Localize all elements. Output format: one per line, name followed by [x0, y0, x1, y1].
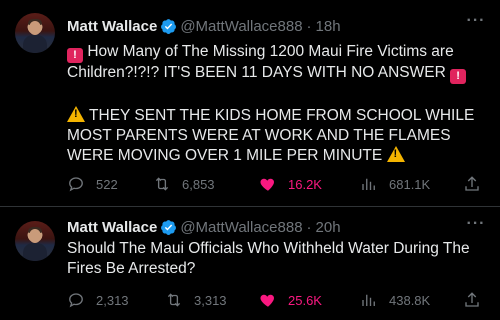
views-icon: [362, 294, 375, 306]
verified-badge-icon[interactable]: [160, 18, 177, 35]
more-icon[interactable]: ···: [466, 216, 486, 235]
reply-icon: [69, 293, 83, 308]
heart-icon: [260, 178, 275, 191]
retweet-count: 6,853: [182, 176, 215, 192]
like-button[interactable]: 16.2K: [259, 174, 322, 194]
share-button[interactable]: [463, 174, 492, 194]
retweet-button[interactable]: 3,313: [165, 290, 227, 310]
warning-emoji: [67, 106, 85, 122]
tweet-text: THEY SENT THE KIDS HOME FROM SCHOOL WHIL…: [67, 106, 487, 166]
tweet-header: Matt Wallace @MattWallace888 · 18h: [67, 18, 341, 35]
tweet-paragraph: How Many of The Missing 1200 Maui Fire V…: [67, 43, 454, 81]
timestamp[interactable]: 18h: [316, 18, 341, 35]
reply-count: 522: [96, 176, 118, 192]
action-bar: 2,313 3,313 25.6K 438.8K: [67, 290, 487, 310]
reply-button[interactable]: 522: [67, 174, 118, 194]
avatar-suit: [23, 243, 47, 261]
action-bar: 522 6,853 16.2K 681.1K: [67, 174, 487, 194]
avatar-face: [29, 229, 41, 243]
like-count: 25.6K: [288, 292, 322, 308]
more-icon[interactable]: ···: [466, 13, 486, 32]
retweet-icon: [155, 177, 169, 191]
view-count: 681.1K: [389, 176, 431, 192]
warning-emoji: [386, 146, 405, 162]
handle[interactable]: @MattWallace888: [180, 18, 302, 35]
tweet-paragraph: Should The Maui Officials Who Withheld W…: [67, 240, 470, 277]
retweet-button[interactable]: 6,853: [153, 174, 215, 194]
siren-emoji: !: [67, 48, 83, 63]
avatar-face: [29, 21, 41, 35]
avatar[interactable]: [15, 13, 55, 53]
tweet-paragraph: THEY SENT THE KIDS HOME FROM SCHOOL WHIL…: [67, 107, 475, 164]
display-name[interactable]: Matt Wallace: [67, 219, 157, 236]
avatar[interactable]: [15, 221, 55, 261]
share-icon: [465, 292, 479, 307]
verified-badge-icon[interactable]: [160, 219, 177, 236]
tweet-text: Should The Maui Officials Who Withheld W…: [67, 239, 487, 279]
reply-icon: [69, 177, 83, 192]
separator-dot: ·: [306, 18, 312, 35]
retweet-icon: [167, 293, 181, 307]
like-count: 16.2K: [288, 176, 322, 192]
handle[interactable]: @MattWallace888: [180, 219, 302, 236]
timestamp[interactable]: 20h: [316, 219, 341, 236]
display-name[interactable]: Matt Wallace: [67, 18, 157, 35]
like-button[interactable]: 25.6K: [259, 290, 322, 310]
share-button[interactable]: [463, 290, 492, 310]
views-icon: [362, 178, 375, 190]
tweet[interactable]: Matt Wallace @MattWallace888 · 18h ··· !…: [0, 0, 500, 206]
heart-icon: [260, 294, 275, 307]
separator-dot: ·: [306, 219, 312, 236]
tweet-header: Matt Wallace @MattWallace888 · 20h: [67, 219, 341, 236]
siren-emoji: !: [450, 69, 467, 84]
avatar-suit: [23, 35, 47, 53]
tweet-text: ! How Many of The Missing 1200 Maui Fire…: [67, 42, 487, 84]
view-count: 438.8K: [389, 292, 431, 308]
retweet-count: 3,313: [194, 292, 227, 308]
views-button[interactable]: 681.1K: [360, 174, 430, 194]
views-button[interactable]: 438.8K: [360, 290, 430, 310]
reply-button[interactable]: 2,313: [67, 290, 129, 310]
tweet[interactable]: Matt Wallace @MattWallace888 · 20h ··· S…: [0, 207, 500, 320]
share-icon: [465, 176, 479, 191]
reply-count: 2,313: [96, 292, 129, 308]
